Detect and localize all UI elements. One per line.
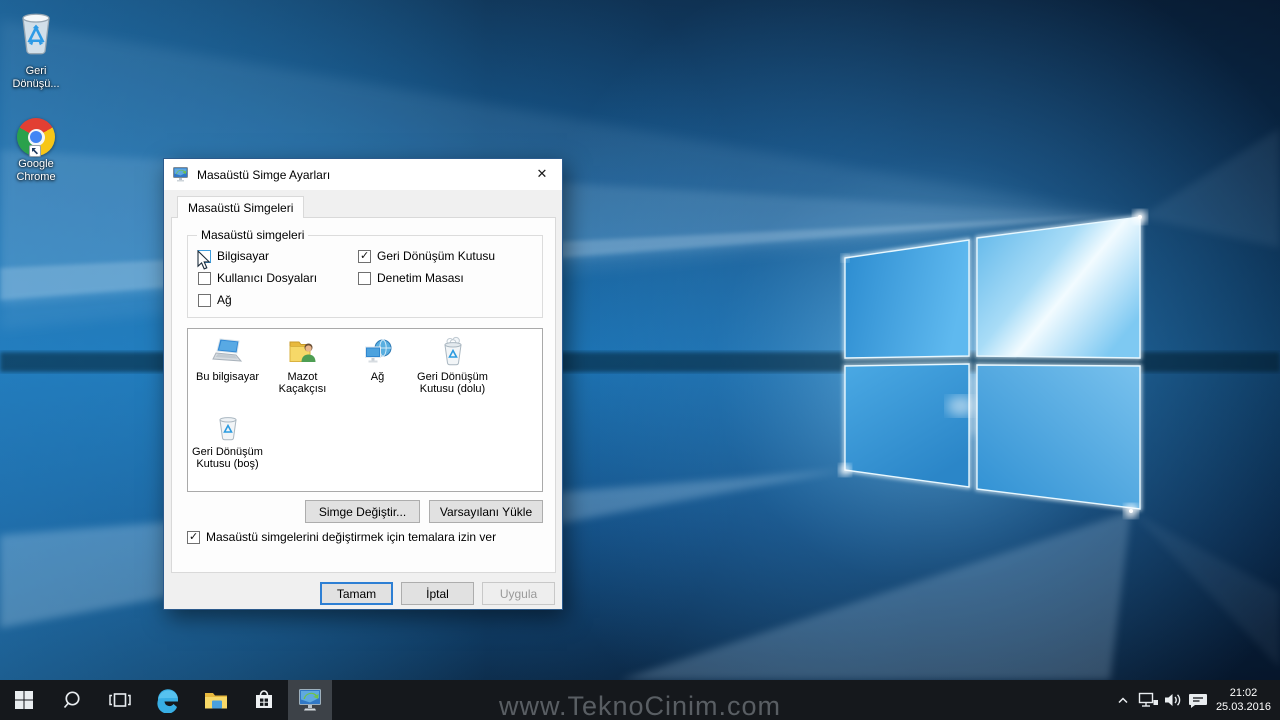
checkbox-box	[358, 272, 371, 285]
desktop-icon-settings-dialog: Masaüstü Simge Ayarları ✕ Masaüstü Simge…	[163, 158, 563, 610]
clock-time: 21:02	[1216, 686, 1271, 700]
edge-button[interactable]	[144, 680, 192, 720]
system-tray: 21:02 25.03.2016	[1111, 680, 1280, 720]
checkbox-box	[198, 294, 211, 307]
recycle-bin-empty-icon	[190, 410, 265, 442]
store-icon	[252, 687, 276, 713]
ok-button[interactable]: Tamam	[320, 582, 393, 605]
chevron-up-icon	[1115, 692, 1131, 708]
restore-defaults-button[interactable]: Varsayılanı Yükle	[429, 500, 543, 523]
file-explorer-button[interactable]	[192, 680, 240, 720]
store-button[interactable]	[240, 680, 288, 720]
checkbox-user-files[interactable]: Kullanıcı Dosyaları	[198, 271, 317, 285]
allow-themes-checkbox[interactable]: Masaüstü simgelerini değiştirmek için te…	[187, 530, 496, 544]
shortcut-arrow-icon	[29, 145, 41, 157]
icon-preview-list: Bu bilgisayar Mazot Kaçakçısı	[187, 328, 543, 492]
checkbox-control-panel[interactable]: Denetim Masası	[358, 271, 464, 285]
list-item-label: Geri Dönüşüm Kutusu (dolu)	[415, 371, 490, 395]
file-explorer-icon	[203, 688, 229, 712]
checkbox-box	[187, 531, 200, 544]
recycle-bin-icon	[14, 8, 58, 58]
groupbox-label: Masaüstü simgeleri	[197, 228, 308, 242]
display-settings-icon	[173, 167, 190, 182]
list-item-label: Ağ	[340, 371, 415, 383]
checkbox-label: Kullanıcı Dosyaları	[217, 271, 317, 285]
taskbar-app-desktop-icon-settings[interactable]	[288, 680, 332, 720]
volume-tray-button[interactable]	[1161, 680, 1186, 720]
task-view-button[interactable]	[96, 680, 144, 720]
list-item-label: Geri Dönüşüm Kutusu (boş)	[190, 446, 265, 470]
list-item-label: Bu bilgisayar	[190, 371, 265, 383]
desktop-icons-groupbox: Masaüstü simgeleri Bilgisayar Kullanıcı …	[187, 235, 543, 318]
checkbox-label: Bilgisayar	[217, 249, 269, 263]
change-icon-button[interactable]: Simge Değiştir...	[305, 500, 420, 523]
desktop-icon-label: Google Chrome	[4, 158, 68, 184]
tab-page: Masaüstü simgeleri Bilgisayar Kullanıcı …	[171, 217, 556, 573]
list-item-label: Mazot Kaçakçısı	[265, 371, 340, 395]
checkbox-network[interactable]: Ağ	[198, 293, 232, 307]
recycle-bin-full-icon	[415, 335, 490, 367]
desktop-icon-google-chrome[interactable]: Google Chrome	[4, 118, 68, 184]
action-center-button[interactable]	[1186, 680, 1211, 720]
checkbox-label: Geri Dönüşüm Kutusu	[377, 249, 495, 263]
search-icon	[61, 689, 83, 711]
close-button[interactable]: ✕	[522, 159, 562, 189]
checkbox-recycle-bin[interactable]: Geri Dönüşüm Kutusu	[358, 249, 495, 263]
hidden-icons-chevron[interactable]	[1111, 680, 1136, 720]
network-tray-button[interactable]	[1136, 680, 1161, 720]
checkbox-label: Masaüstü simgelerini değiştirmek için te…	[206, 530, 496, 544]
list-item-this-pc[interactable]: Bu bilgisayar	[190, 335, 265, 383]
windows-start-icon	[14, 690, 34, 710]
task-view-icon	[108, 689, 132, 711]
this-pc-icon	[190, 335, 265, 367]
chrome-icon	[17, 118, 55, 156]
dialog-titlebar[interactable]: Masaüstü Simge Ayarları ✕	[164, 159, 562, 190]
speaker-icon	[1162, 690, 1184, 710]
tab-desktop-icons[interactable]: Masaüstü Simgeleri	[177, 196, 304, 218]
desktop: Geri Dönüşü... Google Chrome Masaüstü Si…	[0, 0, 1280, 720]
watermark: www.TeknoCinim.com	[499, 691, 781, 720]
clock-date: 25.03.2016	[1216, 700, 1271, 714]
list-item-recycle-bin-empty[interactable]: Geri Dönüşüm Kutusu (boş)	[190, 410, 265, 470]
start-button[interactable]	[0, 680, 48, 720]
search-button[interactable]	[48, 680, 96, 720]
list-item-user-files[interactable]: Mazot Kaçakçısı	[265, 335, 340, 395]
checkbox-label: Ağ	[217, 293, 232, 307]
desktop-icon-label: Geri Dönüşü...	[4, 65, 68, 91]
checkbox-label: Denetim Masası	[377, 271, 464, 285]
list-item-network[interactable]: Ağ	[340, 335, 415, 383]
checkbox-box	[358, 250, 371, 263]
display-settings-icon	[297, 688, 323, 712]
dialog-title: Masaüstü Simge Ayarları	[197, 168, 330, 182]
desktop-icon-recycle-bin[interactable]: Geri Dönüşü...	[4, 8, 68, 91]
apply-button[interactable]: Uygula	[482, 582, 555, 605]
checkbox-box	[198, 272, 211, 285]
network-icon	[340, 335, 415, 367]
cancel-button[interactable]: İptal	[401, 582, 474, 605]
ethernet-network-icon	[1137, 690, 1159, 710]
action-center-icon	[1187, 690, 1209, 710]
list-item-recycle-bin-full[interactable]: Geri Dönüşüm Kutusu (dolu)	[415, 335, 490, 395]
mouse-cursor	[197, 250, 212, 271]
user-files-icon	[265, 335, 340, 367]
taskbar-clock[interactable]: 21:02 25.03.2016	[1211, 680, 1280, 720]
edge-icon	[155, 687, 181, 713]
